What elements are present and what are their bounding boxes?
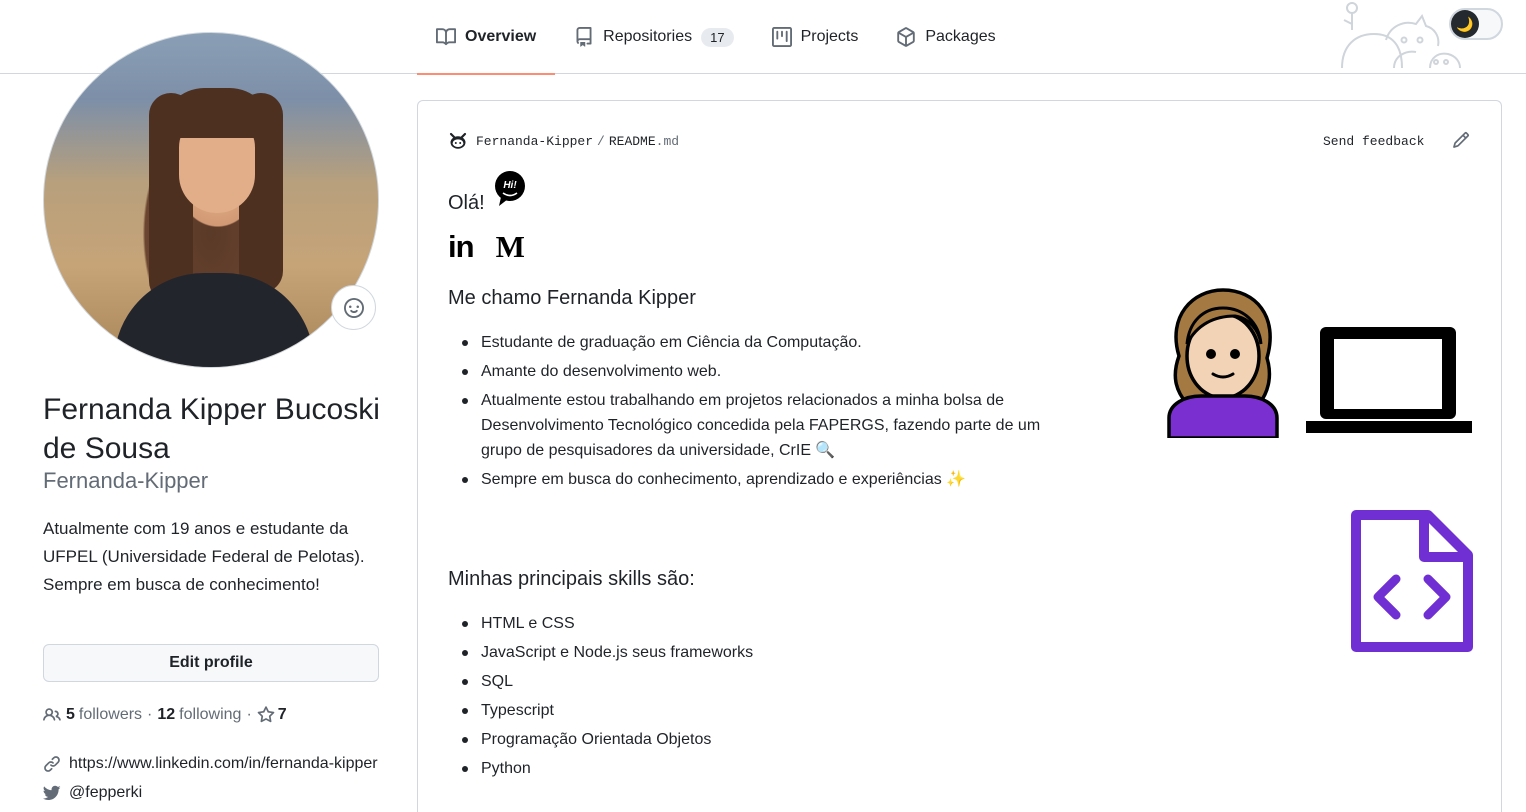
octocat-decoration-icon [1341, 2, 1461, 69]
moon-icon: 🌙 [1451, 10, 1479, 38]
twitter-icon [43, 785, 61, 801]
list-item: Atualmente estou trabalhando em projetos… [448, 388, 1068, 463]
edit-readme-button[interactable] [1452, 131, 1472, 151]
linkedin-icon[interactable]: in [448, 229, 475, 265]
linkedin-url[interactable]: https://www.linkedin.com/in/fernanda-kip… [69, 755, 378, 773]
list-item: HTML e CSS [448, 611, 1068, 636]
avatar[interactable] [43, 32, 379, 368]
readme-path: Fernanda-Kipper / README .md [448, 131, 679, 151]
stars-count[interactable]: 7 [278, 706, 287, 724]
list-item: Programação Orientada Objetos [448, 727, 1068, 752]
hi-speech-bubble-icon: Hi! [494, 171, 525, 206]
tab-repositories-label: Repositories [603, 28, 693, 45]
readme-file-ext: .md [655, 133, 680, 149]
svg-text:Hi!: Hi! [503, 180, 517, 191]
book-icon [436, 28, 456, 46]
edit-profile-button[interactable]: Edit profile [43, 644, 379, 682]
set-status-button[interactable] [331, 285, 376, 330]
octocat-icon [449, 132, 467, 149]
package-icon [897, 27, 916, 47]
greeting-text: Olá! [448, 192, 485, 214]
tab-repositories[interactable]: Repositories 17 [555, 0, 752, 74]
repositories-count-badge: 17 [701, 27, 734, 47]
followers-count[interactable]: 5 [66, 706, 75, 724]
link-icon [44, 756, 60, 772]
smiley-icon [343, 297, 364, 318]
twitter-handle[interactable]: @fepperki [69, 784, 142, 802]
medium-icon[interactable]: M [496, 229, 525, 265]
readme-owner-link[interactable]: Fernanda-Kipper [476, 134, 593, 149]
skills-heading: Minhas principais skills são: [448, 568, 695, 590]
about-list: Estudante de graduação em Ciência da Com… [448, 330, 1068, 496]
list-item: JavaScript e Node.js seus frameworks [448, 640, 1068, 665]
follow-stats: 5 followers · 12 following · 7 [43, 704, 291, 726]
star-icon [257, 706, 275, 723]
profile-username: Fernanda-Kipper [43, 468, 209, 493]
repo-icon [576, 27, 592, 47]
list-item: SQL [448, 669, 1068, 694]
tab-overview-label: Overview [465, 28, 537, 45]
send-feedback-link[interactable]: Send feedback [1323, 131, 1424, 151]
list-item: Sempre em busca do conhecimento, aprendi… [448, 467, 1068, 492]
greeting: Olá! Hi! [448, 171, 527, 215]
list-item: Amante do desenvolvimento web. [448, 359, 1068, 384]
twitter-row[interactable]: @fepperki [43, 781, 388, 805]
tab-packages[interactable]: Packages [877, 0, 1014, 74]
code-file-icon [1351, 510, 1473, 652]
profile-bio: Atualmente com 19 anos e estudante da UF… [43, 519, 365, 594]
woman-emoji-icon [1167, 288, 1279, 438]
followers-link[interactable]: followers [79, 706, 142, 724]
list-item: Typescript [448, 698, 1068, 723]
tab-packages-label: Packages [925, 28, 996, 45]
theme-toggle[interactable]: 🌙 [1449, 8, 1503, 40]
readme-card: Fernanda-Kipper / README .md Send feedbac… [417, 100, 1502, 812]
pencil-icon [1453, 132, 1469, 148]
following-link[interactable]: following [179, 706, 241, 724]
people-icon [43, 708, 61, 721]
project-icon [771, 27, 792, 47]
list-item: Estudante de graduação em Ciência da Com… [448, 330, 1068, 355]
about-heading: Me chamo Fernanda Kipper [448, 287, 696, 309]
following-count[interactable]: 12 [157, 706, 175, 724]
readme-file-name: README [608, 133, 656, 149]
social-links: in M [448, 229, 525, 265]
linkedin-url-row[interactable]: https://www.linkedin.com/in/fernanda-kip… [43, 752, 388, 776]
profile-fullname: Fernanda Kipper Bucoski de Sousa [43, 393, 380, 465]
laptop-icon [1306, 327, 1472, 433]
tab-overview[interactable]: Overview [417, 0, 556, 75]
tab-list: Overview Repositories 17 Projects Packag… [417, 0, 1015, 75]
tab-projects[interactable]: Projects [753, 0, 878, 74]
tab-projects-label: Projects [800, 28, 859, 45]
list-item: Python [448, 756, 1068, 781]
skills-list: HTML e CSS JavaScript e Node.js seus fra… [448, 611, 1068, 785]
